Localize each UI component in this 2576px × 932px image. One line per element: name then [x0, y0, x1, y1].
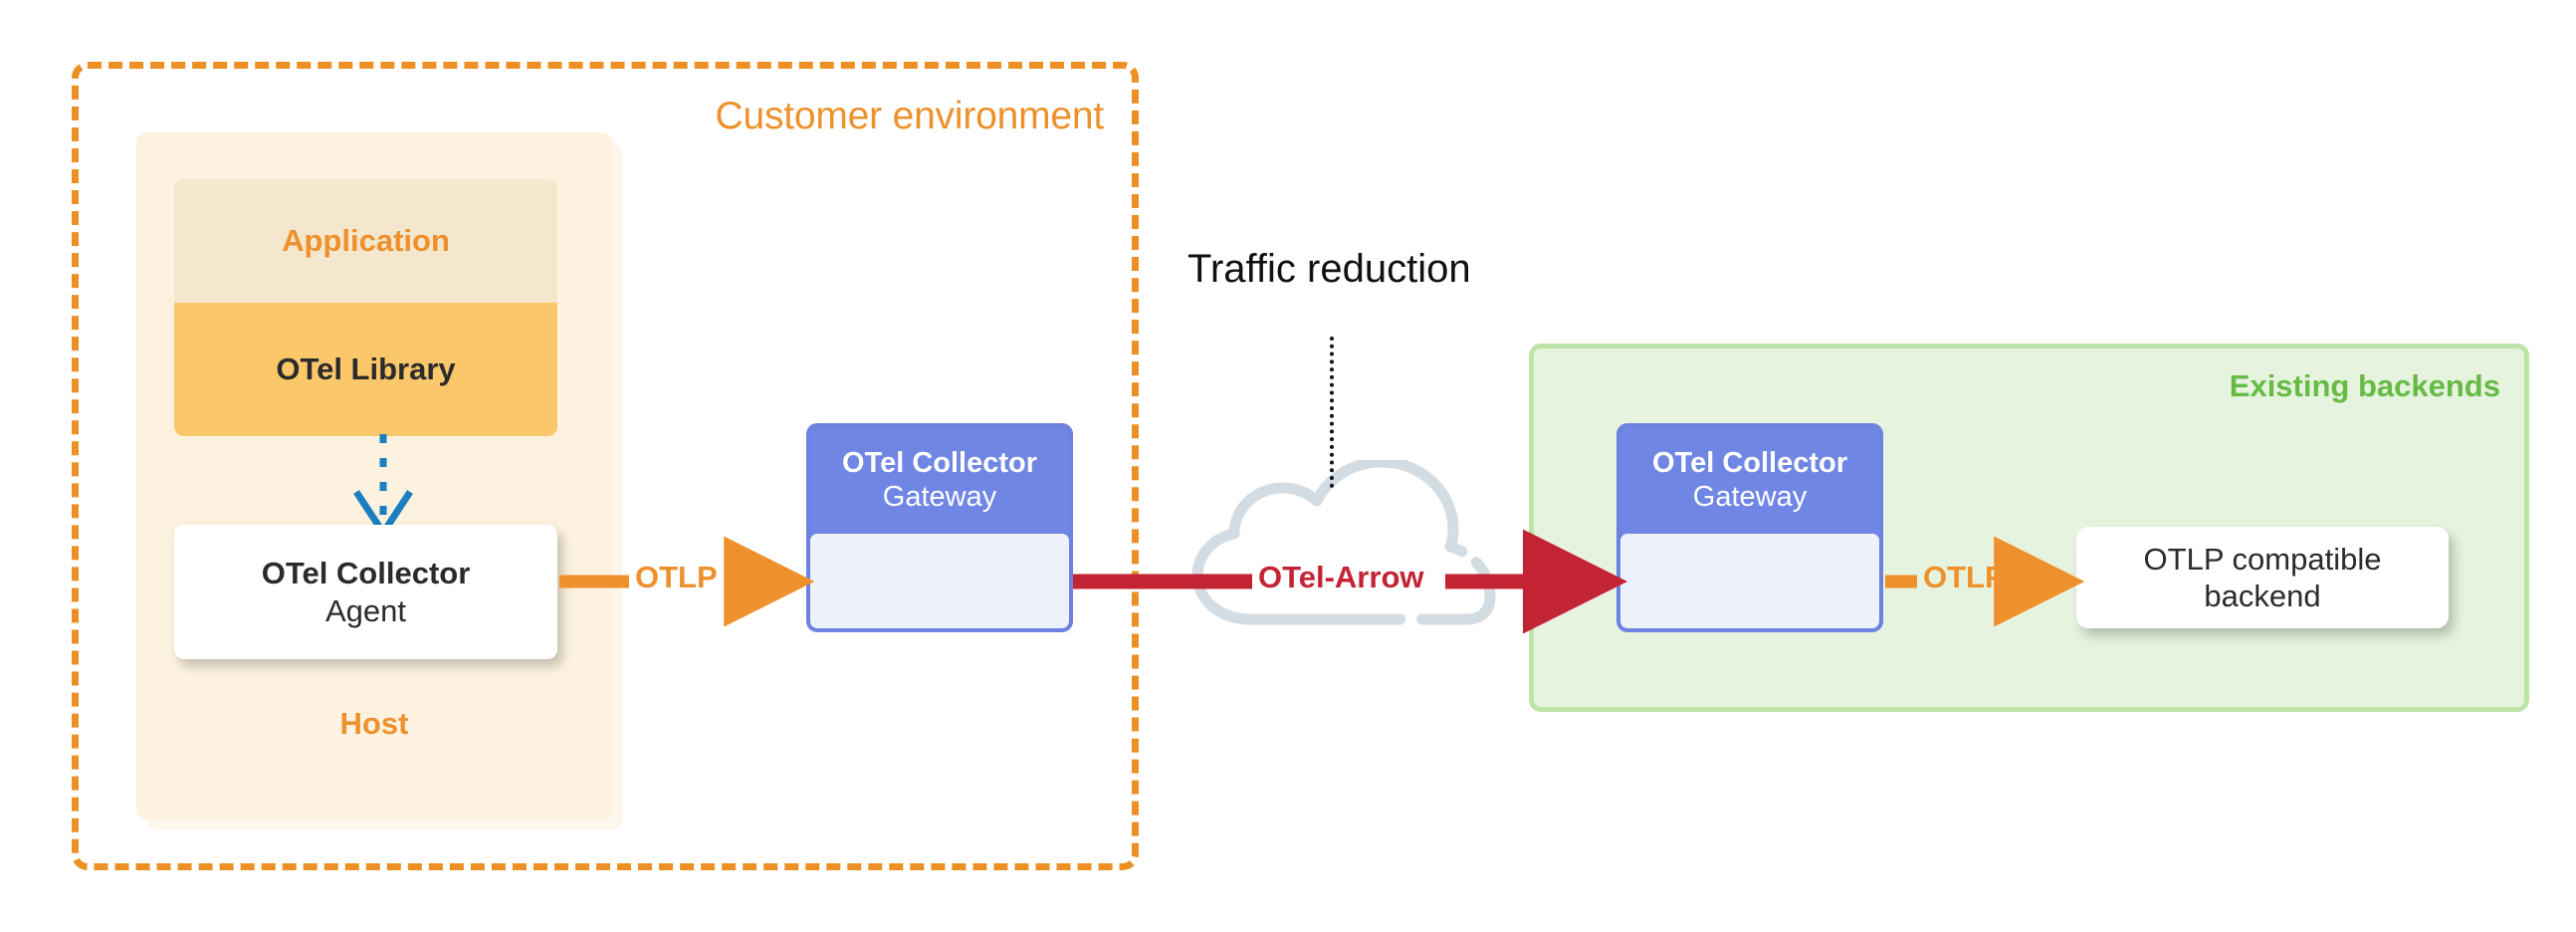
- gateway-right-body: [1620, 534, 1879, 628]
- gateway-left-header: OTel Collector Gateway: [810, 427, 1069, 534]
- otel-collector-agent-box: OTel Collector Agent: [174, 525, 557, 659]
- network-cloud: [1180, 456, 1503, 644]
- backend-line-1: OTLP compatible: [2143, 541, 2382, 577]
- traffic-reduction-label: Traffic reduction: [1187, 247, 1471, 291]
- gateway-left-subtitle: Gateway: [882, 481, 997, 514]
- gateway-right-title: OTel Collector: [1651, 447, 1848, 480]
- otel-collector-gateway-right: OTel Collector Gateway: [1616, 423, 1883, 632]
- otel-arrow-label: OTel-Arrow: [1258, 560, 1424, 594]
- gateway-right-subtitle: Gateway: [1692, 481, 1808, 514]
- otel-library-box: OTel Library: [174, 302, 557, 436]
- application-label: Application: [282, 222, 450, 258]
- gateway-left-body: [810, 534, 1069, 628]
- otel-library-label: OTel Library: [276, 350, 456, 386]
- traffic-reduction-leader-line: [1330, 337, 1334, 488]
- gateway-left-title: OTel Collector: [841, 447, 1038, 480]
- otlp-label-agent-to-gateway: OTLP: [635, 560, 718, 594]
- gateway-right-header: OTel Collector Gateway: [1620, 427, 1879, 534]
- otlp-compatible-backend-box: OTLP compatible backend: [2076, 527, 2449, 628]
- backend-line-2: backend: [2204, 578, 2321, 613]
- application-library-stack: Application OTel Library: [174, 179, 557, 436]
- diagram-canvas: Customer environment Host Application OT…: [0, 0, 2576, 932]
- existing-backends-label: Existing backends: [2229, 368, 2500, 403]
- host-label: Host: [339, 706, 409, 741]
- otel-collector-gateway-left: OTel Collector Gateway: [806, 423, 1073, 632]
- agent-title: OTel Collector: [261, 555, 471, 590]
- customer-environment-label: Customer environment: [715, 95, 1105, 137]
- otlp-label-gateway-to-backend: OTLP: [1923, 560, 2006, 594]
- application-box: Application: [174, 179, 557, 303]
- agent-subtitle: Agent: [324, 592, 406, 628]
- cloud-icon: [1191, 456, 1496, 625]
